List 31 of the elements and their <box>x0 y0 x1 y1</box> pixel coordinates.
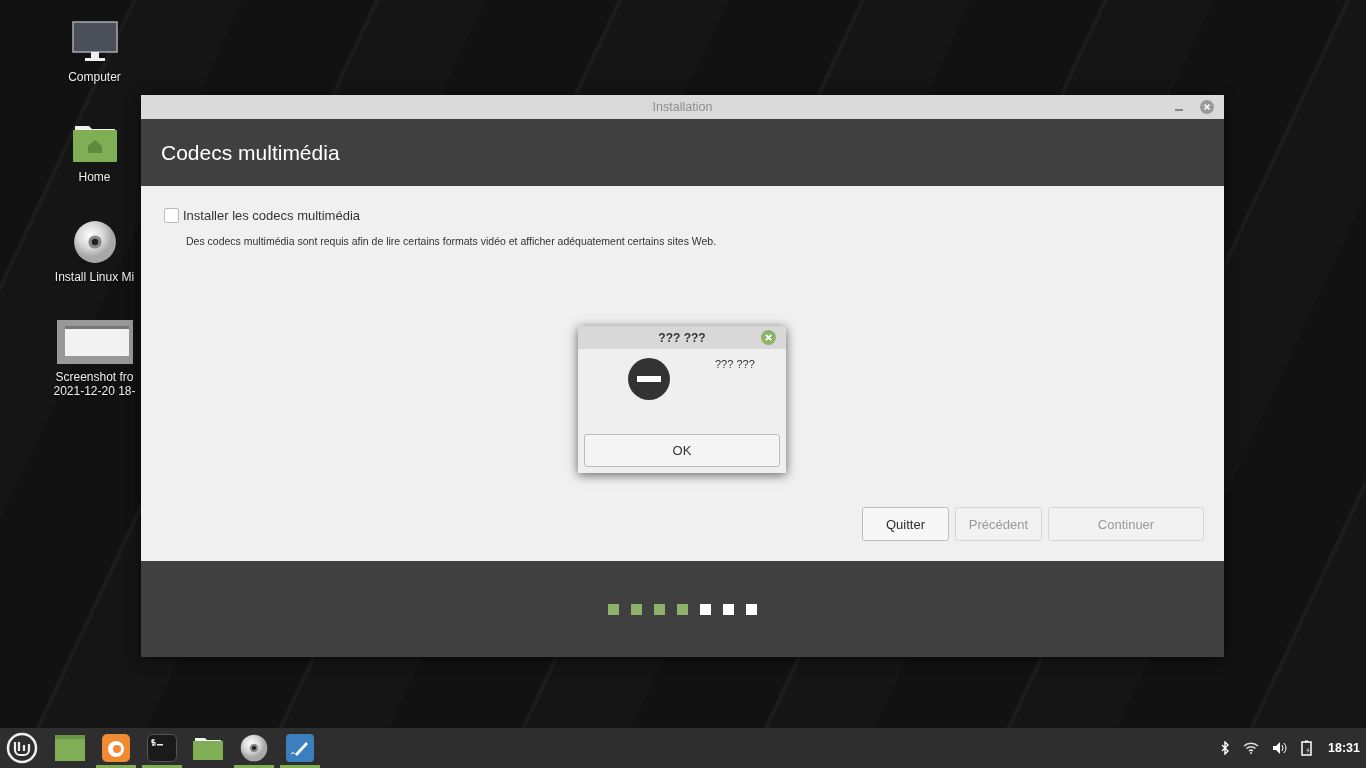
menu-logo-icon[interactable] <box>6 732 38 764</box>
page-heading: Codecs multimédia <box>161 140 340 165</box>
checkbox-label[interactable]: Installer les codecs multimédia <box>183 208 361 223</box>
browser-icon <box>102 734 130 762</box>
desktop-icon-label[interactable]: Home <box>78 170 111 184</box>
description-text: Des codecs multimédia sont requis afin de lire certains formats vidéo et afficher adéquatement certains sites Web. <box>186 235 718 247</box>
folder-icon <box>193 736 223 760</box>
wifi-icon[interactable] <box>1243 742 1259 754</box>
screenshot-thumbnail-icon <box>56 320 133 364</box>
window-icon <box>55 735 85 761</box>
monitor-icon <box>70 20 119 64</box>
battery-icon[interactable] <box>1301 740 1313 756</box>
clock[interactable]: 18:31 <box>1328 741 1360 755</box>
error-stop-icon <box>628 358 670 400</box>
dialog-title: ??? ??? <box>658 330 706 345</box>
text-editor-icon <box>286 734 314 762</box>
close-icon[interactable] <box>1200 100 1214 114</box>
ok-button[interactable]: OK <box>584 434 780 467</box>
checkbox[interactable] <box>164 208 179 223</box>
dialog-button[interactable]: Quitter <box>862 507 949 541</box>
bluetooth-icon[interactable] <box>1220 741 1230 755</box>
window-title: Installation <box>652 100 713 114</box>
desktop-icon-label[interactable]: Screenshot fro <box>55 370 134 384</box>
disc-icon <box>240 734 268 762</box>
disc-icon <box>72 220 117 264</box>
desktop-icon-label[interactable]: Install Linux Mi <box>54 270 135 284</box>
terminal-icon <box>147 734 177 762</box>
dialog-message: ??? ??? <box>715 358 755 370</box>
desktop-icon-label[interactable]: Computer <box>68 70 121 84</box>
volume-icon[interactable] <box>1272 741 1288 755</box>
desktop-icon-label[interactable]: 2021-12-20 18- <box>53 384 136 398</box>
